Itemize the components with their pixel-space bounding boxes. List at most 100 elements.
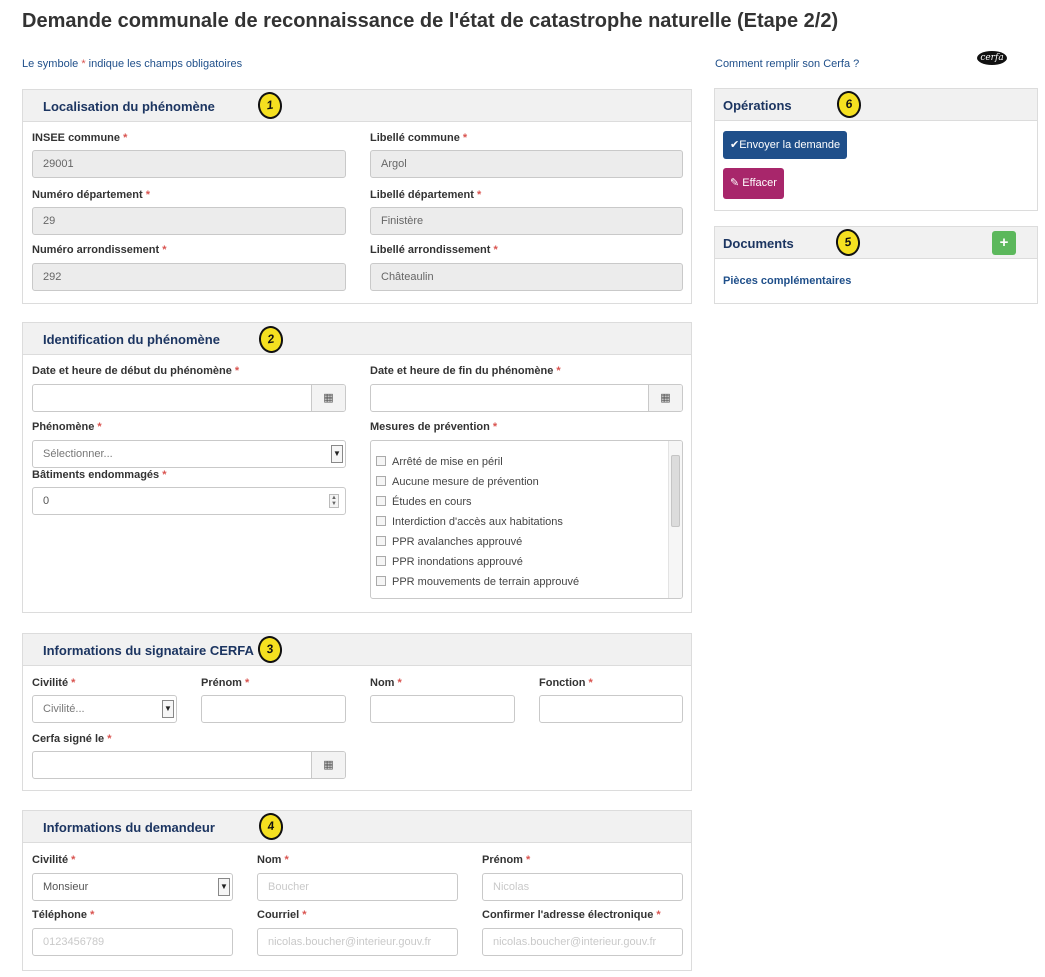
send-request-label: Envoyer la demande bbox=[739, 139, 841, 151]
spinner-icon[interactable]: ▲ ▼ bbox=[329, 494, 339, 508]
mesure-option[interactable]: Arrêté de mise en péril bbox=[376, 456, 503, 468]
demandeur-panel: Informations du demandeur 4 Civilité * M… bbox=[22, 810, 692, 971]
commune-field[interactable]: Argol bbox=[370, 150, 683, 178]
dem-tel-label: Téléphone * bbox=[32, 909, 95, 921]
dept-num-label: Numéro département * bbox=[32, 189, 150, 201]
clear-label: Effacer bbox=[742, 177, 777, 189]
page-title: Demande communale de reconnaissance de l… bbox=[22, 10, 839, 32]
calendar-icon[interactable]: ▦ bbox=[648, 385, 682, 411]
dem-prenom-input[interactable]: Nicolas bbox=[482, 873, 683, 901]
step-badge-2: 2 bbox=[257, 324, 285, 355]
mesure-option[interactable]: Aucune mesure de prévention bbox=[376, 476, 539, 488]
localisation-panel-title: Localisation du phénomène bbox=[43, 99, 215, 114]
add-document-button[interactable]: + bbox=[992, 231, 1016, 255]
required-star: * bbox=[462, 132, 468, 144]
sign-prenom-label: Prénom * bbox=[201, 677, 250, 689]
mandatory-note-suffix: indique les champs obligatoires bbox=[85, 58, 243, 70]
checkbox[interactable] bbox=[376, 576, 386, 586]
sign-prenom-input[interactable] bbox=[201, 695, 346, 723]
dept-num-field[interactable]: 29 bbox=[32, 207, 346, 235]
sign-nom-input[interactable] bbox=[370, 695, 515, 723]
mesures-label: Mesures de prévention * bbox=[370, 421, 498, 433]
checkbox[interactable] bbox=[376, 496, 386, 506]
documents-panel-header: Documents 5 + bbox=[715, 227, 1037, 259]
insee-field[interactable]: 29001 bbox=[32, 150, 346, 178]
dem-prenom-label: Prénom * bbox=[482, 854, 531, 866]
sign-civilite-select[interactable]: Civilité... ▼ bbox=[32, 695, 177, 723]
demandeur-panel-header: Informations du demandeur 4 bbox=[23, 811, 691, 843]
batiments-value: 0 bbox=[43, 495, 50, 507]
checkbox[interactable] bbox=[376, 556, 386, 566]
dem-civilite-label: Civilité * bbox=[32, 854, 76, 866]
required-star: * bbox=[234, 365, 240, 377]
commune-label: Libellé commune * bbox=[370, 132, 468, 144]
checkbox[interactable] bbox=[376, 476, 386, 486]
checkbox[interactable] bbox=[376, 456, 386, 466]
scrollbar-thumb[interactable] bbox=[671, 455, 680, 527]
required-star: * bbox=[397, 677, 402, 689]
listbox-scrollbar[interactable] bbox=[668, 441, 682, 598]
dem-nom-input[interactable]: Boucher bbox=[257, 873, 458, 901]
required-star: * bbox=[162, 244, 167, 256]
arr-label: Libellé arrondissement * bbox=[370, 244, 498, 256]
batiments-input[interactable]: 0 ▲ ▼ bbox=[32, 487, 346, 515]
cerfa-signe-input[interactable]: ▦ bbox=[32, 751, 346, 779]
dem-confirm-label: Confirmer l'adresse électronique * bbox=[482, 909, 661, 921]
checkbox[interactable] bbox=[376, 516, 386, 526]
required-star: * bbox=[107, 733, 112, 745]
calendar-icon[interactable]: ▦ bbox=[311, 385, 345, 411]
phenomene-label: Phénomène * bbox=[32, 421, 102, 433]
step-badge-3: 3 bbox=[256, 634, 284, 665]
required-star: * bbox=[123, 132, 128, 144]
arr-field[interactable]: Châteaulin bbox=[370, 263, 683, 291]
dept-field[interactable]: Finistère bbox=[370, 207, 683, 235]
send-request-button[interactable]: ✔Envoyer la demande bbox=[723, 131, 848, 159]
mesures-listbox[interactable]: Arrêté de mise en péril Aucune mesure de… bbox=[370, 440, 683, 599]
chevron-down-icon[interactable]: ▼ bbox=[162, 700, 174, 718]
identification-panel-header: Identification du phénomène 2 bbox=[23, 323, 691, 355]
identification-panel: Identification du phénomène 2 Date et he… bbox=[22, 322, 692, 613]
arr-num-field[interactable]: 292 bbox=[32, 263, 346, 291]
insee-label: INSEE commune * bbox=[32, 132, 128, 144]
required-star: * bbox=[492, 421, 498, 433]
operations-panel: Opérations 6 ✔Envoyer la demande ✎ Effac… bbox=[714, 88, 1038, 211]
end-date-input[interactable]: ▦ bbox=[370, 384, 683, 412]
required-star: * bbox=[526, 854, 531, 866]
dem-civilite-select[interactable]: Monsieur ▼ bbox=[32, 873, 233, 901]
calendar-icon[interactable]: ▦ bbox=[311, 752, 345, 778]
chevron-down-icon[interactable]: ▼ bbox=[331, 445, 343, 463]
required-star: * bbox=[71, 677, 76, 689]
dept-label: Libellé département * bbox=[370, 189, 482, 201]
required-star: * bbox=[493, 244, 498, 256]
mesure-option[interactable]: PPR mouvements de terrain approuvé bbox=[376, 576, 579, 588]
operations-panel-header: Opérations 6 bbox=[715, 89, 1037, 121]
start-date-label: Date et heure de début du phénomène * bbox=[32, 365, 240, 377]
dem-courriel-label: Courriel * bbox=[257, 909, 307, 921]
step-badge-6: 6 bbox=[835, 89, 863, 120]
chevron-down-icon[interactable]: ▼ bbox=[218, 878, 230, 896]
mesure-option[interactable]: PPR inondations approuvé bbox=[376, 556, 523, 568]
sign-fonction-input[interactable] bbox=[539, 695, 683, 723]
required-star: * bbox=[588, 677, 593, 689]
start-date-input[interactable]: ▦ bbox=[32, 384, 346, 412]
clear-button[interactable]: ✎ Effacer bbox=[723, 168, 784, 199]
dem-confirm-input[interactable]: nicolas.boucher@interieur.gouv.fr bbox=[482, 928, 683, 956]
checkbox[interactable] bbox=[376, 536, 386, 546]
pieces-complementaires-link[interactable]: Pièces complémentaires bbox=[723, 275, 851, 287]
mesure-option[interactable]: Études en cours bbox=[376, 496, 472, 508]
cerfa-help-link[interactable]: Comment remplir son Cerfa ? bbox=[715, 58, 859, 70]
mandatory-note: Le symbole * indique les champs obligato… bbox=[22, 58, 242, 70]
localisation-panel: Localisation du phénomène 1 INSEE commun… bbox=[22, 89, 692, 304]
required-star: * bbox=[476, 189, 482, 201]
batiments-label: Bâtiments endommagés * bbox=[32, 469, 167, 481]
required-star: * bbox=[145, 189, 150, 201]
phenomene-select[interactable]: Sélectionner... ▼ bbox=[32, 440, 346, 468]
dem-tel-input[interactable]: 0123456789 bbox=[32, 928, 233, 956]
required-star: * bbox=[284, 854, 289, 866]
mesure-option[interactable]: PPR avalanches approuvé bbox=[376, 536, 522, 548]
documents-panel-title: Documents bbox=[723, 236, 794, 251]
documents-panel: Documents 5 + Pièces complémentaires bbox=[714, 226, 1038, 304]
mesure-option[interactable]: Interdiction d'accès aux habitations bbox=[376, 516, 563, 528]
dem-courriel-input[interactable]: nicolas.boucher@interieur.gouv.fr bbox=[257, 928, 458, 956]
sign-fonction-label: Fonction * bbox=[539, 677, 593, 689]
